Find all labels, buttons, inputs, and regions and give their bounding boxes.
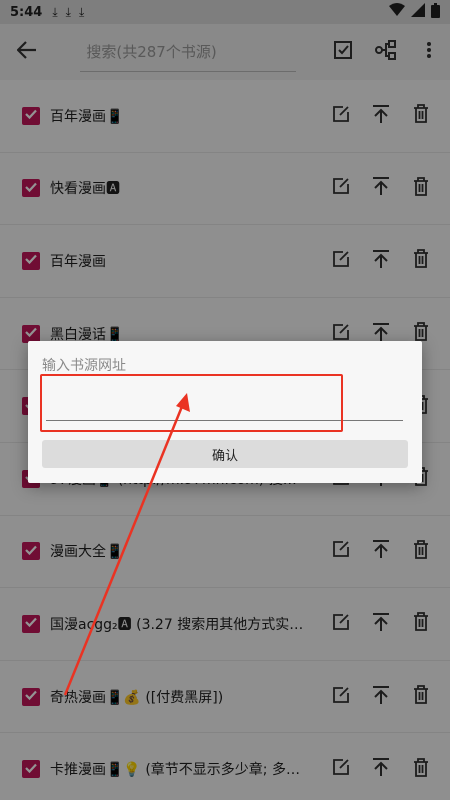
annotation-arrow (63, 393, 190, 696)
